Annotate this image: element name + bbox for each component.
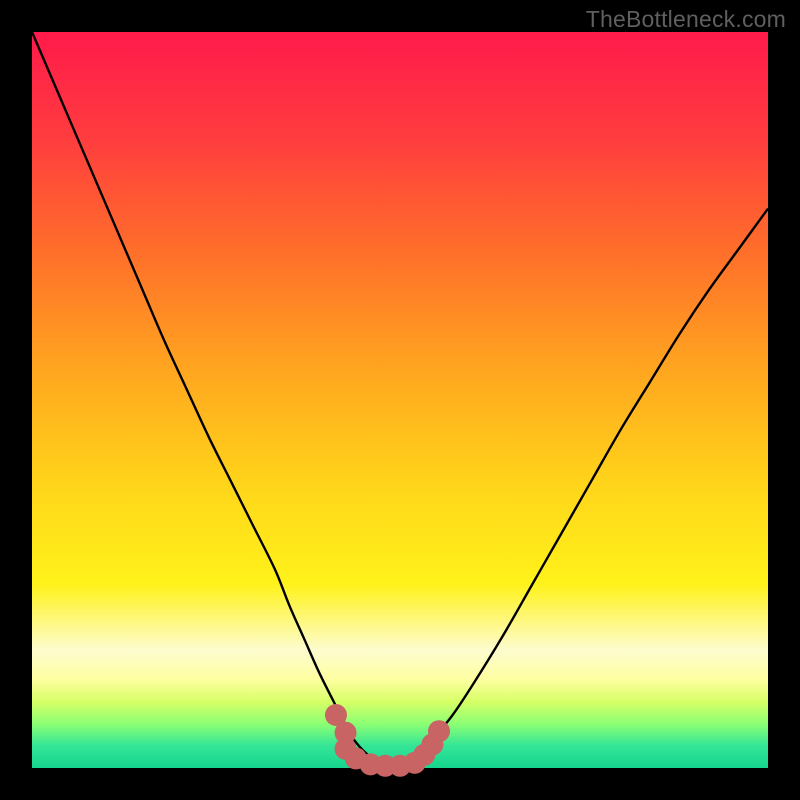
highlight-markers [325, 704, 450, 777]
highlight-marker [428, 720, 450, 742]
watermark-text: TheBottleneck.com [586, 6, 786, 33]
chart-overlay [32, 32, 768, 768]
bottleneck-curve [32, 32, 768, 765]
app-frame: TheBottleneck.com [0, 0, 800, 800]
